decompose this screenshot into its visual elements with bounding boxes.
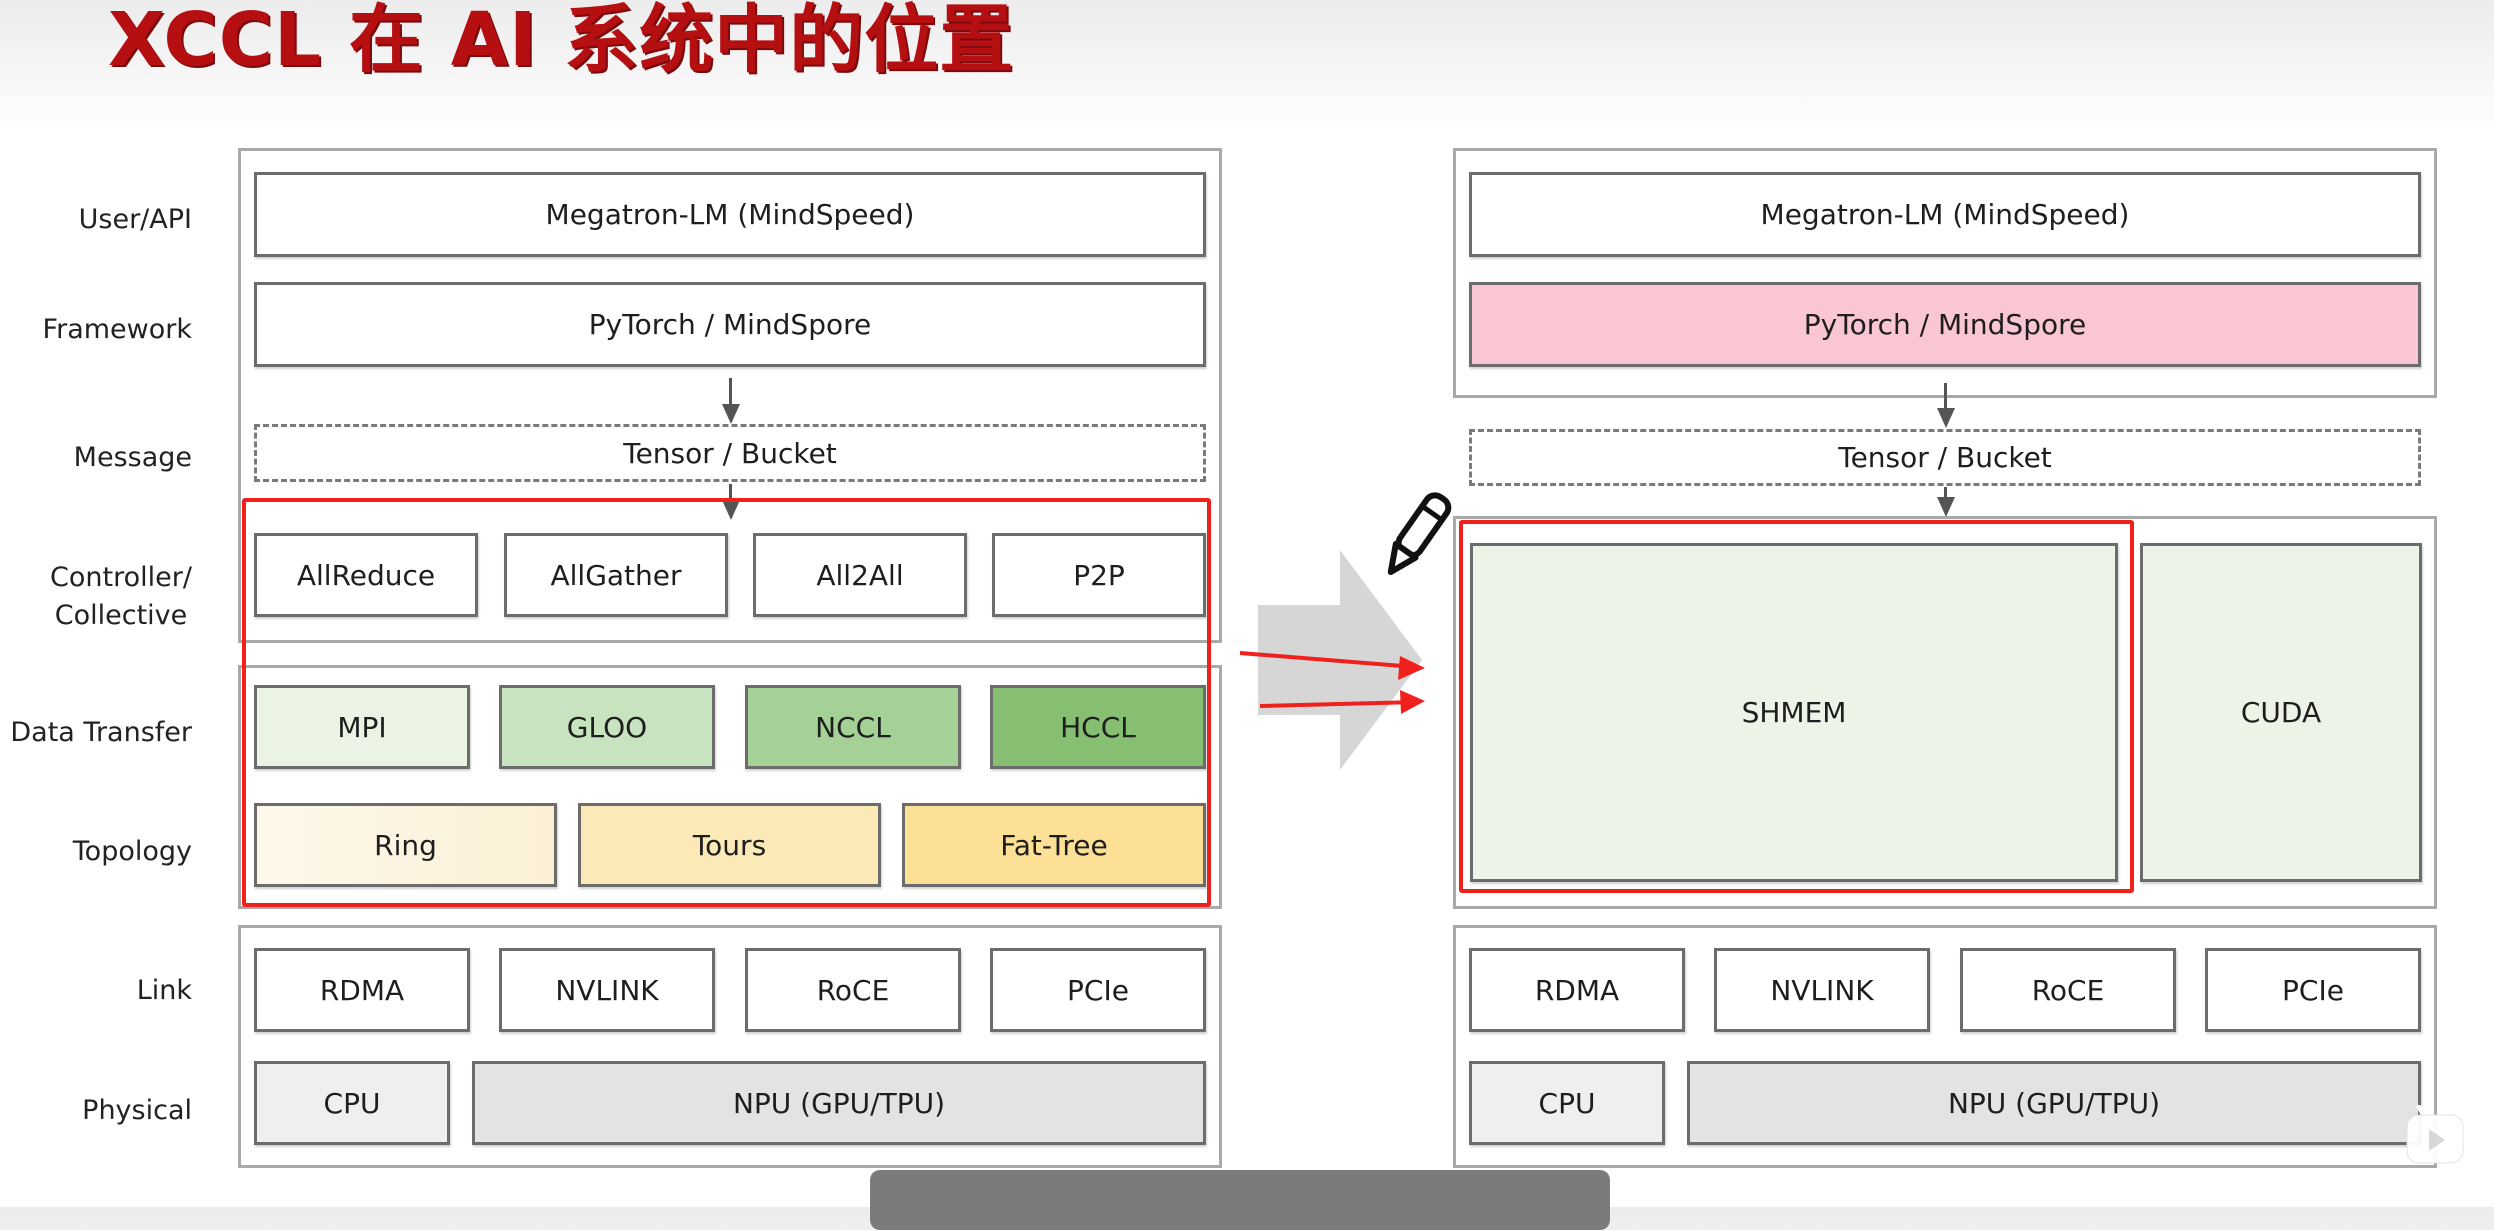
layer-label-user-api: User/API (78, 204, 192, 235)
layer-label-data-transfer: Data Transfer (10, 717, 192, 748)
layer-label-message: Message (73, 442, 192, 473)
layer-label-framework: Framework (42, 314, 192, 345)
left-physical-npu: NPU (GPU/TPU) (472, 1061, 1206, 1145)
layer-label-topology: Topology (72, 836, 192, 867)
right-megatron-box: Megatron-LM (MindSpeed) (1469, 172, 2421, 257)
left-megatron-box: Megatron-LM (MindSpeed) (254, 172, 1206, 257)
right-pytorch-box: PyTorch / MindSpore (1469, 282, 2421, 367)
slide-title: XCCL 在 AI 系统中的位置 (108, 0, 1015, 83)
right-link-roce: RoCE (1960, 948, 2176, 1032)
right-link-rdma: RDMA (1469, 948, 1685, 1032)
layer-label-controller: Controller/ (50, 562, 192, 593)
right-arrow-1-line (1944, 383, 1947, 411)
right-physical-cpu: CPU (1469, 1061, 1665, 1145)
pencil-icon[interactable] (1368, 486, 1464, 586)
left-tensor-bucket-box: Tensor / Bucket (254, 424, 1206, 482)
right-arrow-1-head (1937, 408, 1955, 428)
left-link-rdma: RDMA (254, 948, 470, 1032)
layer-label-physical: Physical (82, 1095, 192, 1126)
left-arrow-1-head (722, 404, 740, 424)
left-link-pcie: PCIe (990, 948, 1206, 1032)
right-physical-npu: NPU (GPU/TPU) (1687, 1061, 2421, 1145)
video-player-logo-icon[interactable] (2405, 1105, 2465, 1167)
right-link-nvlink: NVLINK (1714, 948, 1930, 1032)
right-highlight-rect (1459, 520, 2134, 893)
right-arrow-2-head (1937, 497, 1955, 517)
layer-label-link: Link (136, 975, 192, 1006)
right-link-pcie: PCIe (2205, 948, 2421, 1032)
layer-label-collective: Collective (54, 600, 188, 631)
subtitle-bar (870, 1170, 1610, 1230)
left-link-roce: RoCE (745, 948, 961, 1032)
cuda-box: CUDA (2140, 543, 2422, 882)
red-arrowhead-2-icon (1400, 690, 1425, 714)
right-tensor-bucket-box: Tensor / Bucket (1469, 429, 2421, 486)
left-physical-cpu: CPU (254, 1061, 450, 1145)
left-link-nvlink: NVLINK (499, 948, 715, 1032)
left-pytorch-box: PyTorch / MindSpore (254, 282, 1206, 367)
left-highlight-rect (242, 498, 1211, 907)
left-arrow-1-line (729, 378, 732, 406)
